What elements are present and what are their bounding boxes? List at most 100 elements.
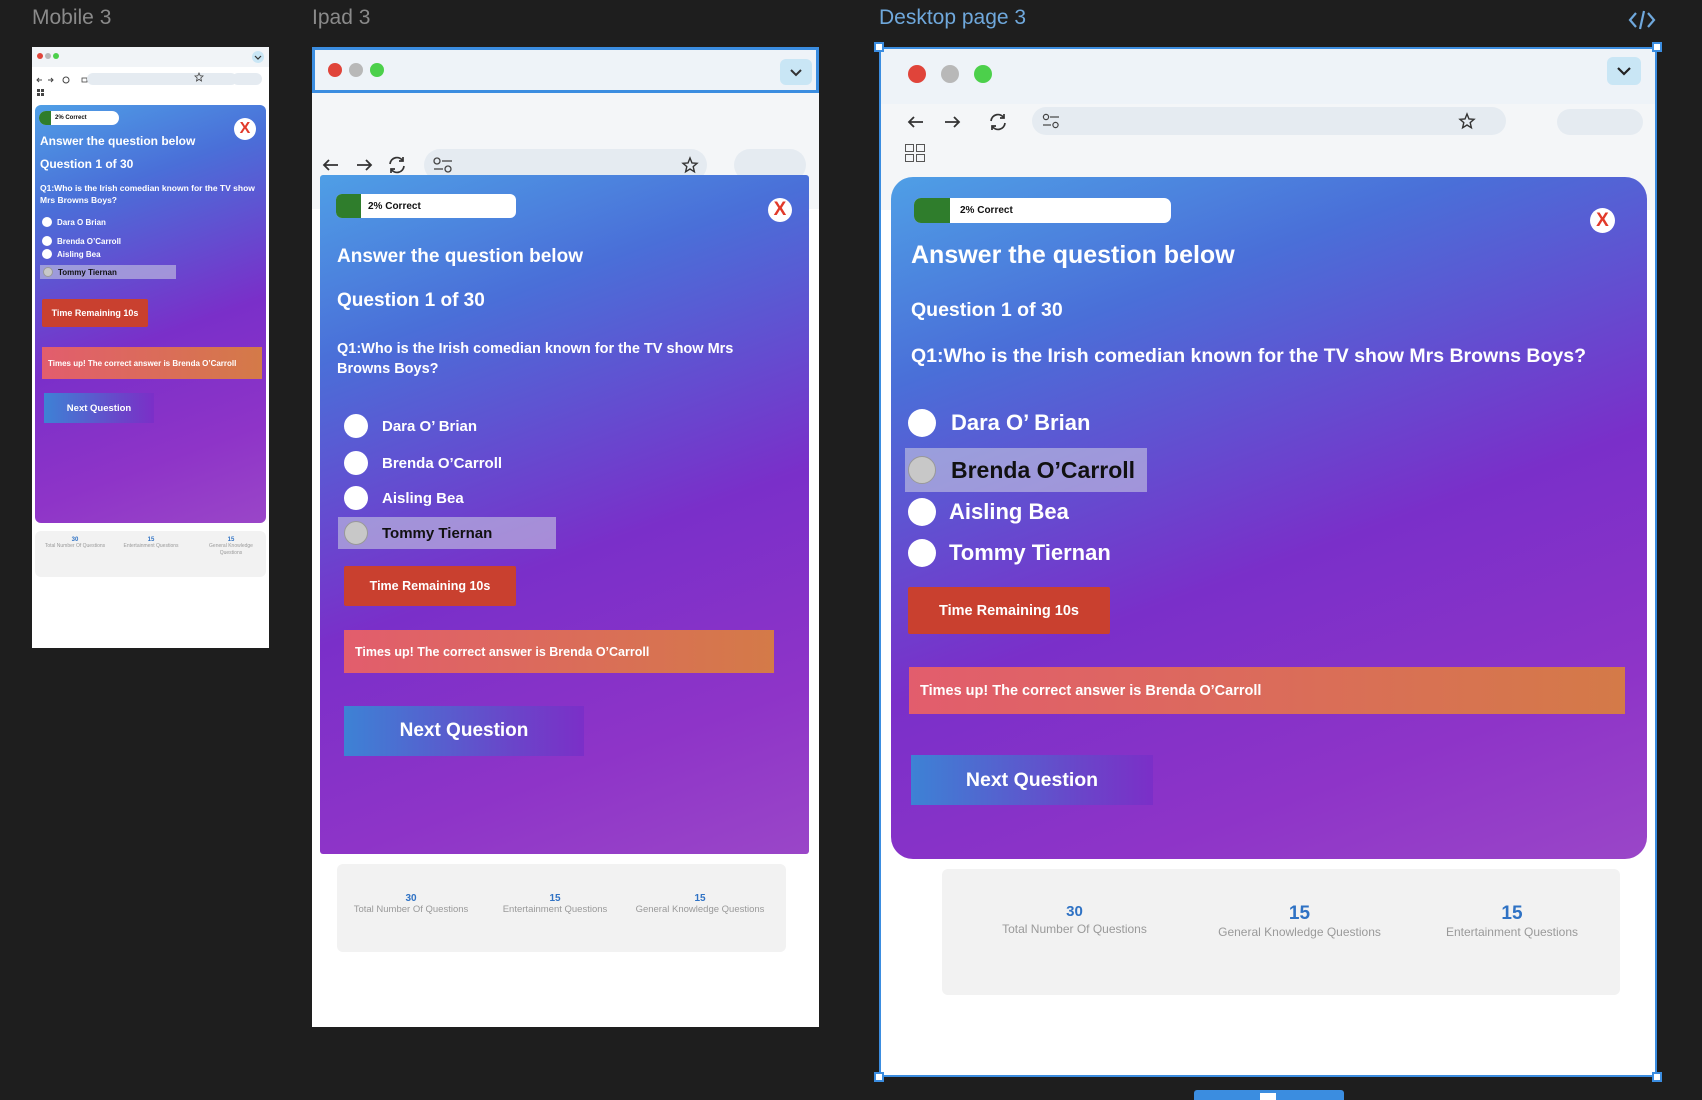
option-label: Dara O Brian bbox=[57, 217, 106, 227]
resize-handle[interactable] bbox=[1652, 1072, 1662, 1082]
answer-option[interactable]: Dara O’ Brian bbox=[908, 409, 1090, 437]
stat-entertainment-questions: 15 Entertainment Questions bbox=[123, 537, 179, 549]
answer-option-selected[interactable]: Tommy Tiernan bbox=[40, 265, 176, 279]
maximize-window-dot[interactable] bbox=[53, 53, 59, 59]
option-label: Dara O’ Brian bbox=[951, 410, 1091, 435]
next-question-button[interactable]: Next Question bbox=[44, 393, 154, 423]
chevron-down-icon[interactable] bbox=[1607, 57, 1641, 85]
stat-entertainment-questions: 15 Entertainment Questions bbox=[1445, 903, 1579, 939]
option-label: Dara O’ Brian bbox=[382, 417, 478, 435]
address-bar[interactable] bbox=[1032, 107, 1506, 135]
radio-button[interactable] bbox=[344, 414, 368, 438]
bookmark-star-icon[interactable] bbox=[194, 72, 204, 82]
radio-button[interactable] bbox=[42, 249, 52, 259]
answer-option-selected[interactable]: Tommy Tiernan bbox=[338, 517, 556, 549]
radio-button[interactable] bbox=[908, 539, 936, 567]
site-settings-icon[interactable] bbox=[432, 156, 454, 174]
question-counter: Question 1 of 30 bbox=[911, 299, 1063, 321]
option-label: Brenda O’Carroll bbox=[951, 456, 1136, 483]
maximize-window-dot[interactable] bbox=[974, 65, 992, 83]
time-remaining-badge: Time Remaining 10s bbox=[344, 566, 516, 606]
option-label: Aisling Bea bbox=[382, 489, 464, 507]
close-window-dot[interactable] bbox=[328, 63, 342, 77]
answer-option[interactable]: Tommy Tiernan bbox=[908, 539, 1111, 567]
radio-button[interactable] bbox=[908, 409, 936, 437]
stat-general-knowledge-questions: 15 General Knowledge Questions bbox=[1218, 903, 1381, 939]
radio-button[interactable] bbox=[43, 267, 53, 277]
resize-handle[interactable] bbox=[874, 42, 884, 52]
chevron-down-icon[interactable] bbox=[252, 51, 264, 63]
answer-option-selected[interactable]: Brenda O’Carroll bbox=[905, 448, 1147, 492]
minimize-window-dot[interactable] bbox=[349, 63, 363, 77]
answer-option[interactable]: Dara O’ Brian bbox=[344, 413, 477, 439]
back-arrow-icon[interactable] bbox=[906, 112, 926, 132]
profile-pill[interactable] bbox=[232, 73, 262, 85]
progress-fill bbox=[914, 198, 950, 223]
next-question-button[interactable]: Next Question bbox=[344, 706, 584, 756]
window-titlebar bbox=[32, 47, 269, 67]
reload-icon[interactable] bbox=[386, 155, 408, 175]
address-bar[interactable] bbox=[87, 73, 237, 85]
answer-option[interactable]: Brenda O’Carroll bbox=[42, 235, 121, 247]
frame-label-ipad[interactable]: Ipad 3 bbox=[312, 6, 370, 30]
correct-answer-banner: Times up! The correct answer is Brenda O… bbox=[344, 630, 774, 673]
close-quiz-button[interactable]: X bbox=[1590, 208, 1615, 233]
maximize-window-dot[interactable] bbox=[370, 63, 384, 77]
quiz-heading: Answer the question below bbox=[40, 134, 196, 148]
stats-panel: 30 Total Number Of Questions 15 General Kn… bbox=[942, 869, 1620, 995]
reload-icon[interactable] bbox=[987, 112, 1009, 132]
time-remaining-badge: Time Remaining 10s bbox=[908, 587, 1110, 634]
radio-button[interactable] bbox=[42, 236, 52, 246]
ipad-frame: 2% Correct X Answer the question below Q… bbox=[312, 47, 819, 1027]
site-settings-icon[interactable] bbox=[1041, 113, 1061, 129]
correct-answer-banner: Times up! The correct answer is Brenda O… bbox=[909, 667, 1625, 714]
bookmark-star-icon[interactable] bbox=[1458, 112, 1476, 130]
answer-option[interactable]: Aisling Bea bbox=[344, 485, 464, 511]
resize-handle[interactable] bbox=[1652, 42, 1662, 52]
desktop-frame[interactable]: 2% Correct X Answer the question below Q… bbox=[879, 47, 1657, 1077]
close-quiz-button[interactable]: X bbox=[768, 198, 792, 222]
progress-label: 2% Correct bbox=[960, 205, 1013, 216]
radio-button[interactable] bbox=[344, 521, 368, 545]
browser-nav-bar bbox=[32, 67, 269, 99]
radio-button[interactable] bbox=[908, 498, 936, 526]
stat-total-questions: 30 Total Number Of Questions bbox=[353, 893, 469, 915]
answer-option[interactable]: Aisling Bea bbox=[908, 498, 1069, 526]
progress-label: 2% Correct bbox=[368, 200, 421, 212]
code-icon[interactable] bbox=[1628, 8, 1656, 32]
apps-grid-icon[interactable] bbox=[37, 89, 44, 96]
apps-grid-icon[interactable] bbox=[905, 144, 925, 162]
question-counter: Question 1 of 30 bbox=[337, 290, 485, 311]
close-window-dot[interactable] bbox=[908, 65, 926, 83]
minimize-window-dot[interactable] bbox=[941, 65, 959, 83]
question-counter: Question 1 of 30 bbox=[40, 157, 134, 171]
stats-panel: 30 Total Number Of Questions 15 Entertainm… bbox=[337, 864, 786, 952]
forward-arrow-icon[interactable] bbox=[354, 155, 374, 175]
radio-button[interactable] bbox=[344, 451, 368, 475]
back-arrow-icon[interactable] bbox=[321, 155, 341, 175]
chevron-down-icon[interactable] bbox=[780, 59, 812, 85]
mobile-frame: 2% Correct X Answer the question below Q… bbox=[32, 47, 269, 648]
frame-label-desktop[interactable]: Desktop page 3 bbox=[879, 6, 1026, 30]
next-question-button[interactable]: Next Question bbox=[911, 755, 1153, 805]
radio-button[interactable] bbox=[42, 217, 52, 227]
bookmark-star-icon[interactable] bbox=[681, 156, 699, 174]
frame-label-mobile[interactable]: Mobile 3 bbox=[32, 6, 111, 30]
resize-handle[interactable] bbox=[874, 1072, 884, 1082]
close-quiz-button[interactable]: X bbox=[234, 118, 256, 140]
answer-option[interactable]: Brenda O’Carroll bbox=[344, 450, 502, 476]
quiz-card: 2% Correct X Answer the question below Q… bbox=[35, 105, 266, 523]
answer-option[interactable]: Dara O Brian bbox=[42, 216, 106, 228]
forward-arrow-icon[interactable] bbox=[942, 112, 962, 132]
profile-pill[interactable] bbox=[1557, 109, 1643, 135]
radio-button[interactable] bbox=[344, 486, 368, 510]
radio-button[interactable] bbox=[908, 456, 936, 484]
frame-size-tag bbox=[1194, 1090, 1344, 1100]
close-window-dot[interactable] bbox=[37, 53, 43, 59]
answer-option[interactable]: Aisling Bea bbox=[42, 248, 101, 260]
quiz-card: 2% Correct X Answer the question below Q… bbox=[891, 177, 1647, 859]
option-label: Tommy Tiernan bbox=[949, 540, 1111, 565]
stat-entertainment-questions: 15 Entertainment Questions bbox=[502, 893, 608, 915]
minimize-window-dot[interactable] bbox=[45, 53, 51, 59]
option-label: Brenda O’Carroll bbox=[57, 236, 122, 246]
